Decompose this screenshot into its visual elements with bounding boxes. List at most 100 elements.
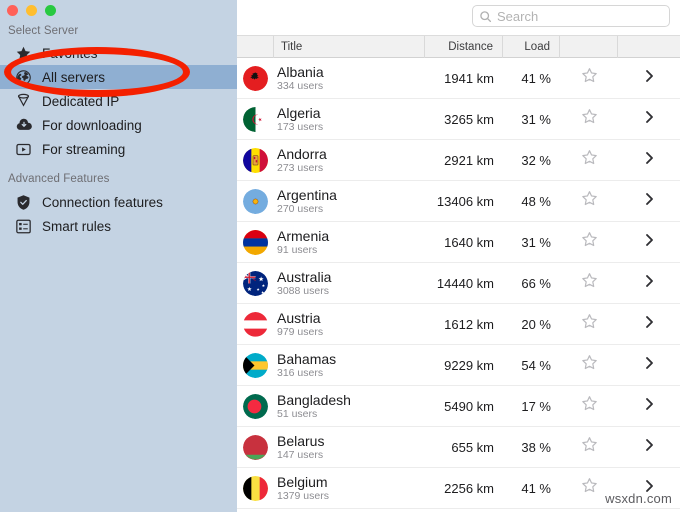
chevron-right-icon[interactable] <box>641 232 657 253</box>
favorite-button[interactable] <box>560 476 618 500</box>
table-row[interactable]: Bahamas 316 users 9229 km 54 % <box>237 345 680 386</box>
open-server-button[interactable] <box>618 437 680 458</box>
column-header-load[interactable]: Load <box>503 35 560 58</box>
star-outline-icon[interactable] <box>580 476 599 500</box>
chevron-right-icon[interactable] <box>641 109 657 130</box>
flag-icon-australia <box>243 270 268 296</box>
user-count: 3088 users <box>277 284 329 297</box>
table-row[interactable]: Bangladesh 51 users 5490 km 17 % <box>237 386 680 427</box>
table-row[interactable]: Algeria 173 users 3265 km 31 % <box>237 99 680 140</box>
column-header-open[interactable] <box>618 36 680 58</box>
distance-value: 2921 km <box>444 152 494 168</box>
favorite-button[interactable] <box>560 148 618 172</box>
distance-value: 1612 km <box>444 316 494 332</box>
open-server-button[interactable] <box>618 150 680 171</box>
sidebar-item-label: Smart rules <box>42 218 112 234</box>
maximize-button[interactable] <box>45 5 56 16</box>
table-row[interactable]: Belarus 147 users 655 km 38 % <box>237 427 680 468</box>
table-row[interactable]: Andorra 273 users 2921 km 32 % <box>237 140 680 181</box>
user-count: 270 users <box>277 202 324 215</box>
sidebar-section-advanced-features: Advanced Features <box>8 173 110 185</box>
distance-value: 1941 km <box>444 70 494 86</box>
load-value: 17 % <box>521 398 551 414</box>
column-header-flag[interactable] <box>237 35 274 58</box>
sidebar-item-all-servers[interactable]: All servers <box>0 65 237 89</box>
table-row[interactable]: Australia 3088 users 14440 km 66 % <box>237 263 680 304</box>
sidebar-item-for-downloading[interactable]: For downloading <box>0 113 237 137</box>
app-window: Select Server Favorites All servers Dedi… <box>0 0 680 512</box>
star-outline-icon[interactable] <box>580 353 599 377</box>
table-row[interactable]: Armenia 91 users 1640 km 31 % <box>237 222 680 263</box>
search-input[interactable] <box>497 8 663 24</box>
load-value: 31 % <box>521 111 551 127</box>
star-outline-icon[interactable] <box>580 435 599 459</box>
favorite-button[interactable] <box>560 435 618 459</box>
star-outline-icon[interactable] <box>580 66 599 90</box>
country-name: Albania <box>277 63 324 80</box>
table-row[interactable]: Austria 979 users 1612 km 20 % <box>237 304 680 345</box>
favorite-button[interactable] <box>560 312 618 336</box>
chevron-right-icon[interactable] <box>641 396 657 417</box>
favorite-button[interactable] <box>560 230 618 254</box>
chevron-right-icon[interactable] <box>641 355 657 376</box>
open-server-button[interactable] <box>618 478 680 499</box>
flag-icon-bangladesh <box>243 393 268 419</box>
flag-cell <box>237 434 274 460</box>
sidebar-item-smart-rules[interactable]: Smart rules <box>0 214 237 238</box>
favorite-button[interactable] <box>560 189 618 213</box>
user-count: 173 users <box>277 120 324 133</box>
distance-value: 9229 km <box>444 357 494 373</box>
chevron-right-icon[interactable] <box>641 273 657 294</box>
favorite-button[interactable] <box>560 107 618 131</box>
search-field[interactable] <box>472 5 670 27</box>
open-server-button[interactable] <box>618 232 680 253</box>
flag-cell <box>237 393 274 419</box>
user-count: 316 users <box>277 366 324 379</box>
table-row[interactable]: Belgium 1379 users 2256 km 41 % <box>237 468 680 509</box>
chevron-right-icon[interactable] <box>641 68 657 89</box>
star-outline-icon[interactable] <box>580 394 599 418</box>
open-server-button[interactable] <box>618 68 680 89</box>
list-grid-icon <box>14 217 33 236</box>
server-list: Albania 334 users 1941 km 41 % Algeria 173 us… <box>237 58 680 512</box>
star-outline-icon[interactable] <box>580 189 599 213</box>
star-icon <box>14 44 33 63</box>
favorite-button[interactable] <box>560 394 618 418</box>
star-outline-icon[interactable] <box>580 107 599 131</box>
open-server-button[interactable] <box>618 273 680 294</box>
chevron-right-icon[interactable] <box>641 150 657 171</box>
close-button[interactable] <box>7 5 18 16</box>
column-header-title[interactable]: Title <box>274 35 425 58</box>
open-server-button[interactable] <box>618 355 680 376</box>
open-server-button[interactable] <box>618 191 680 212</box>
column-header-distance[interactable]: Distance <box>425 35 503 58</box>
flag-icon-algeria <box>243 106 268 132</box>
table-row[interactable]: Argentina 270 users 13406 km 48 % <box>237 181 680 222</box>
table-row[interactable]: Albania 334 users 1941 km 41 % <box>237 58 680 99</box>
minimize-button[interactable] <box>26 5 37 16</box>
sidebar-item-dedicated-ip[interactable]: Dedicated IP <box>0 89 237 113</box>
flag-icon-belgium <box>243 475 268 501</box>
sidebar-item-connection-features[interactable]: Connection features <box>0 190 237 214</box>
open-server-button[interactable] <box>618 314 680 335</box>
sidebar-item-favorites[interactable]: Favorites <box>0 41 237 65</box>
favorite-button[interactable] <box>560 66 618 90</box>
open-server-button[interactable] <box>618 109 680 130</box>
star-outline-icon[interactable] <box>580 271 599 295</box>
star-outline-icon[interactable] <box>580 148 599 172</box>
star-outline-icon[interactable] <box>580 312 599 336</box>
chevron-right-icon[interactable] <box>641 437 657 458</box>
chevron-right-icon[interactable] <box>641 478 657 499</box>
load-value: 54 % <box>521 357 551 373</box>
title-cell: Bahamas 316 users <box>274 351 425 380</box>
open-server-button[interactable] <box>618 396 680 417</box>
chevron-right-icon[interactable] <box>641 314 657 335</box>
favorite-button[interactable] <box>560 353 618 377</box>
star-outline-icon[interactable] <box>580 230 599 254</box>
country-name: Bahamas <box>277 350 337 367</box>
column-header-favorite[interactable] <box>560 35 618 58</box>
chevron-right-icon[interactable] <box>641 191 657 212</box>
sidebar-item-for-streaming[interactable]: For streaming <box>0 137 237 161</box>
main-panel: Title Distance Load Albania334 users 1941… <box>237 0 680 512</box>
favorite-button[interactable] <box>560 271 618 295</box>
